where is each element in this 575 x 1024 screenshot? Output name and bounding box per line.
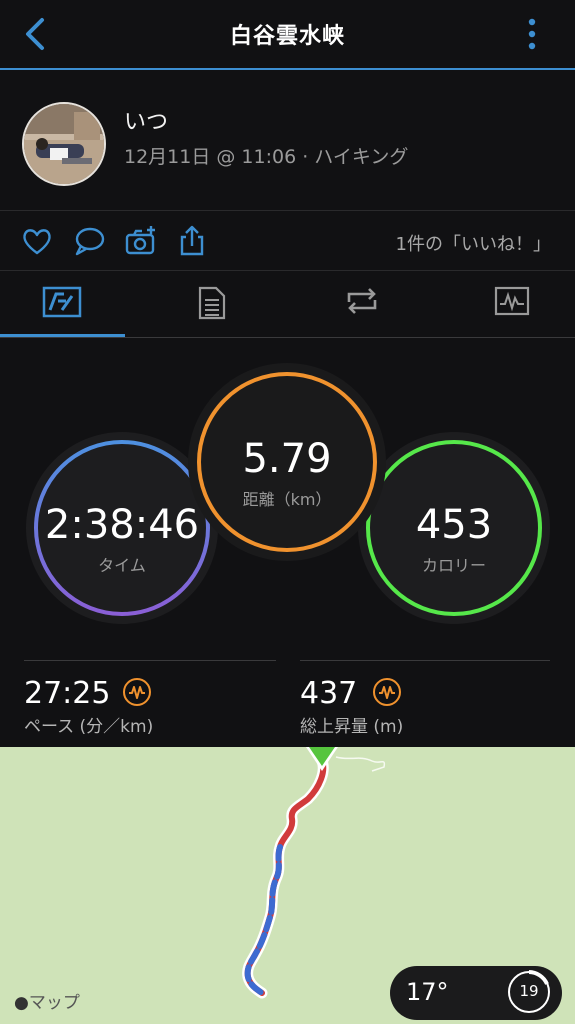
document-list-icon — [198, 286, 226, 320]
avatar[interactable] — [22, 102, 106, 186]
vertical-dots-icon — [528, 18, 536, 50]
temperature-value: 17° — [406, 978, 449, 1006]
more-options-button[interactable] — [522, 14, 542, 54]
ascent-label: 総上昇量 (m) — [300, 717, 404, 737]
apple-logo-icon: ● — [14, 993, 29, 1013]
share-button[interactable] — [175, 224, 209, 258]
repeat-icon — [347, 288, 377, 314]
avatar-photo — [24, 104, 104, 184]
tab-details[interactable] — [142, 280, 282, 332]
pace-value: 27:25 — [24, 676, 111, 711]
activity-wave-icon — [123, 678, 151, 706]
pace-chart-icon[interactable] — [122, 677, 152, 707]
comment-button[interactable] — [72, 224, 106, 258]
activity-meta: 12月11日 @ 11:06 · ハイキング — [124, 146, 409, 168]
stats-overview-icon — [42, 286, 82, 318]
tab-charts[interactable] — [442, 280, 575, 332]
ascent-chart-icon[interactable] — [372, 677, 402, 707]
divider — [24, 660, 276, 661]
heart-rate-chart-icon — [494, 286, 530, 316]
like-button[interactable] — [20, 224, 54, 258]
divider — [0, 337, 575, 338]
distance-value: 5.79 — [242, 436, 332, 482]
activity-wave-icon — [373, 678, 401, 706]
tab-laps[interactable] — [292, 280, 432, 332]
camera-plus-icon — [125, 226, 155, 255]
distance-label: 距離（km） — [242, 490, 332, 509]
uv-index-value: 19 — [519, 982, 539, 1000]
map-attribution: ●マップ — [14, 993, 80, 1013]
divider — [0, 270, 575, 271]
comment-icon — [75, 227, 105, 256]
pace-label: ペース (分／km) — [24, 717, 154, 737]
heart-icon — [23, 229, 51, 255]
user-name[interactable]: いつ — [124, 104, 168, 136]
page-title: 白谷雲水峡 — [229, 24, 345, 49]
tab-overview[interactable] — [0, 280, 132, 332]
divider — [0, 210, 575, 211]
distance-stat[interactable]: 5.79 距離（km） — [187, 362, 387, 562]
ascent-value: 437 — [300, 676, 358, 711]
add-photo-button[interactable] — [124, 224, 158, 258]
divider — [300, 660, 550, 661]
share-icon — [180, 225, 204, 256]
likes-count[interactable]: 1件の「いいね！」 — [396, 230, 551, 256]
